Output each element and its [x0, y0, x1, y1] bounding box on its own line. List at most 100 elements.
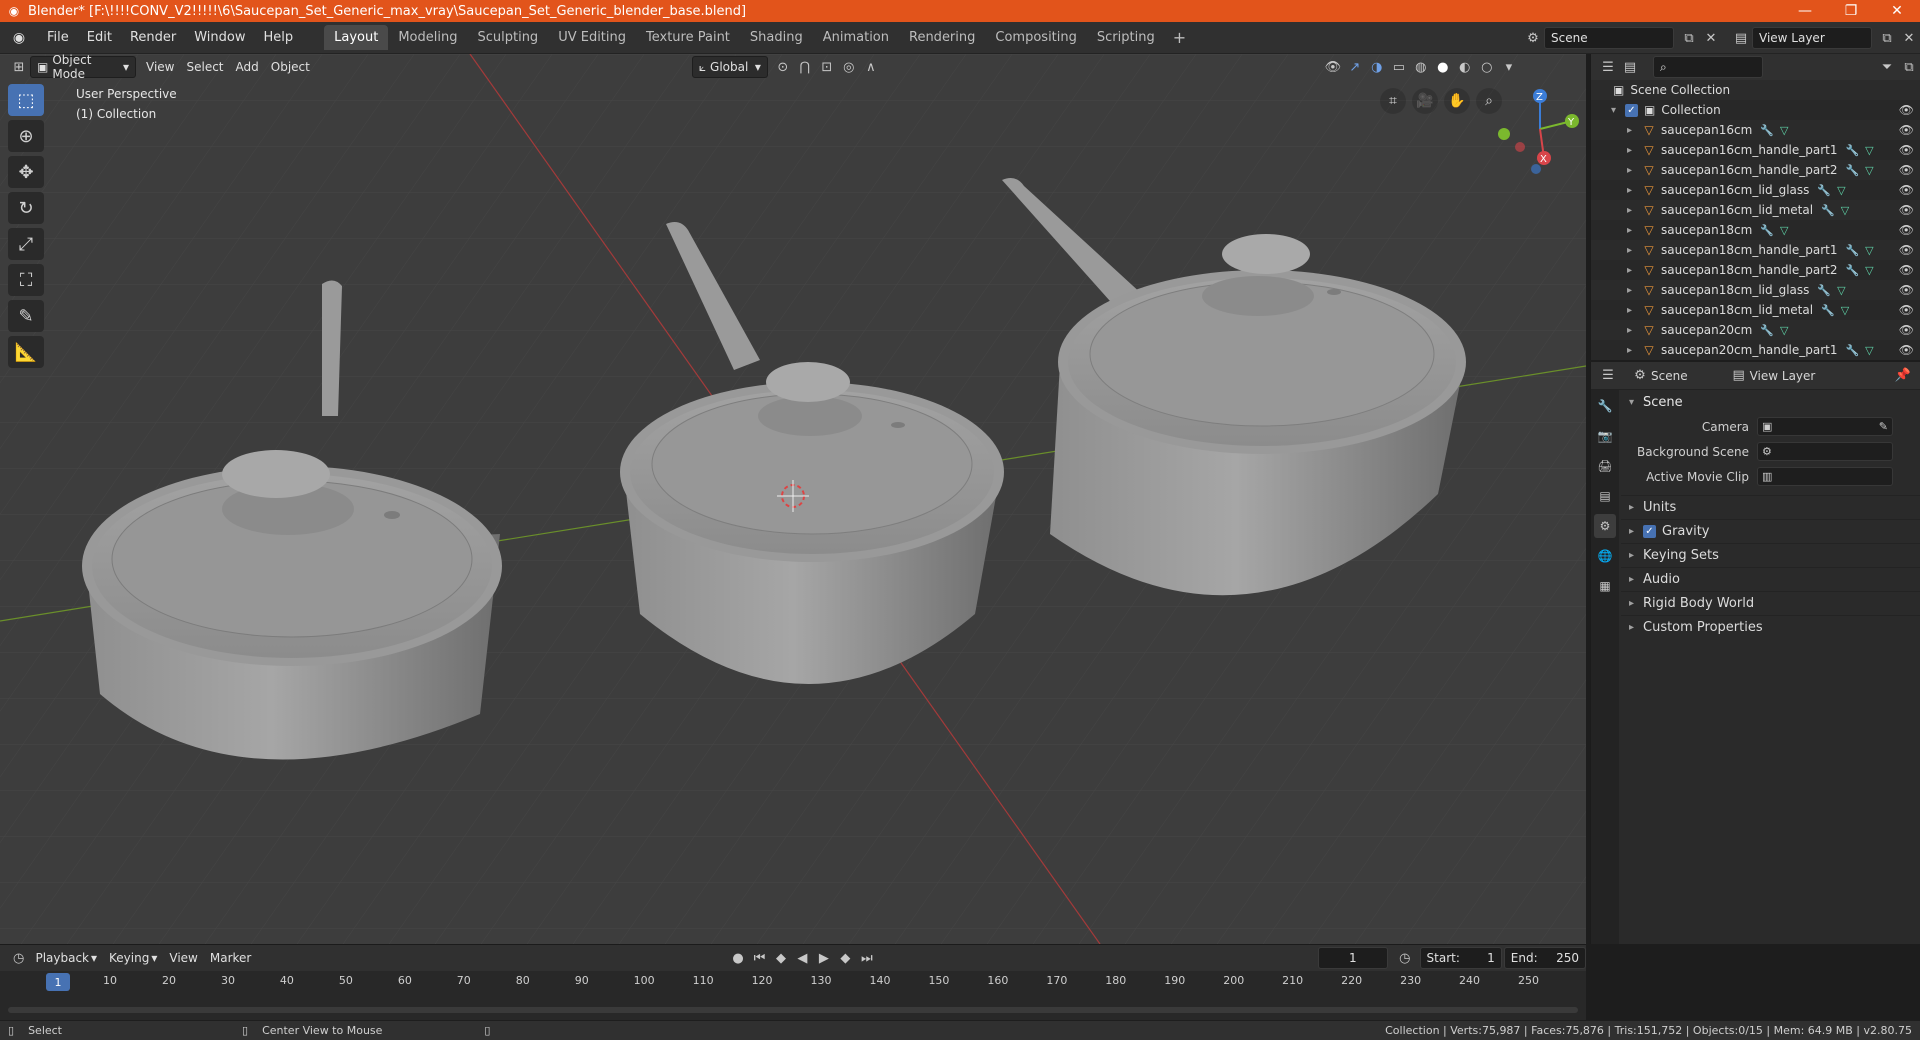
units-panel-header[interactable]: ▸ Units: [1621, 495, 1920, 519]
scale-tool-icon[interactable]: ⤢: [8, 228, 44, 260]
menu-edit[interactable]: Edit: [78, 26, 121, 49]
tab-rendering[interactable]: Rendering: [899, 25, 985, 50]
rotate-tool-icon[interactable]: ↻: [8, 192, 44, 224]
end-frame-field[interactable]: End: 250: [1503, 947, 1587, 969]
delete-scene-icon[interactable]: ✕: [1700, 27, 1722, 49]
visibility-icon[interactable]: 👁: [1322, 56, 1344, 78]
object-mode-dropdown[interactable]: ▣ Object Mode ▾: [30, 54, 136, 81]
display-mode-icon[interactable]: ▤: [1619, 56, 1641, 78]
chevron-right-icon[interactable]: ▸: [1627, 285, 1641, 296]
modifier-icon[interactable]: 🔧: [1845, 144, 1859, 157]
scene-browse-icon[interactable]: ⚙: [1522, 27, 1544, 49]
modifier-icon[interactable]: 🔧: [1760, 324, 1774, 337]
new-scene-icon[interactable]: ⧉: [1678, 27, 1700, 49]
tab-modeling[interactable]: Modeling: [388, 25, 467, 50]
viewlayer-tab-icon[interactable]: ▤: [1594, 484, 1616, 508]
mesh-data-icon[interactable]: ▽: [1837, 284, 1845, 297]
tab-compositing[interactable]: Compositing: [985, 25, 1087, 50]
render-tab-icon[interactable]: 📷: [1594, 424, 1616, 448]
mesh-data-icon[interactable]: ▽: [1865, 144, 1873, 157]
playhead[interactable]: 1: [46, 973, 70, 991]
grid-view-icon[interactable]: ⌗: [1380, 88, 1406, 114]
pan-hand-icon[interactable]: ✋: [1444, 88, 1470, 114]
chevron-right-icon[interactable]: ▸: [1627, 185, 1641, 196]
eye-icon[interactable]: 👁: [1899, 163, 1914, 177]
camera-view-icon[interactable]: 🎥: [1412, 88, 1438, 114]
gravity-checkbox[interactable]: ✓: [1643, 525, 1656, 538]
camera-field[interactable]: ▣ ✎: [1757, 417, 1893, 436]
outliner-item[interactable]: ▸ ▽ saucepan20cm_handle_part1 🔧 ▽ 👁: [1591, 340, 1920, 360]
chevron-right-icon[interactable]: ▸: [1627, 325, 1641, 336]
modifier-icon[interactable]: 🔧: [1821, 304, 1835, 317]
annotate-tool-icon[interactable]: ✎: [8, 300, 44, 332]
chevron-right-icon[interactable]: ▸: [1627, 225, 1641, 236]
outliner-item[interactable]: ▸ ▽ saucepan18cm_handle_part1 🔧 ▽ 👁: [1591, 240, 1920, 260]
record-icon[interactable]: ●: [727, 947, 748, 969]
mesh-data-icon[interactable]: ▽: [1837, 184, 1845, 197]
eye-icon[interactable]: 👁: [1899, 343, 1914, 357]
tab-shading[interactable]: Shading: [740, 25, 813, 50]
outliner-item[interactable]: ▸ ▽ saucepan16cm_handle_part1 🔧 ▽ 👁: [1591, 140, 1920, 160]
measure-tool-icon[interactable]: 📐: [8, 336, 44, 368]
eye-icon[interactable]: 👁: [1899, 103, 1914, 117]
proportional-edit-icon[interactable]: ◎: [838, 56, 860, 78]
background-scene-field[interactable]: ⚙: [1757, 442, 1893, 461]
menu-help[interactable]: Help: [255, 26, 303, 49]
minimize-button[interactable]: —: [1782, 0, 1828, 22]
eye-icon[interactable]: 👁: [1899, 123, 1914, 137]
falloff-icon[interactable]: ∧: [860, 56, 882, 78]
maximize-button[interactable]: ❐: [1828, 0, 1874, 22]
eye-icon[interactable]: 👁: [1899, 223, 1914, 237]
menu-render[interactable]: Render: [121, 26, 185, 49]
delete-viewlayer-icon[interactable]: ✕: [1898, 27, 1920, 49]
collection-row[interactable]: ▾ ✓ ▣ Collection 👁: [1591, 100, 1920, 120]
outliner-item[interactable]: ▸ ▽ saucepan16cm 🔧 ▽ 👁: [1591, 120, 1920, 140]
close-button[interactable]: ✕: [1874, 0, 1920, 22]
outliner-item[interactable]: ▸ ▽ saucepan18cm_handle_part2 🔧 ▽ 👁: [1591, 260, 1920, 280]
editor-type-icon[interactable]: ⊞: [8, 56, 30, 78]
scene-selector[interactable]: Scene: [1544, 27, 1674, 49]
eye-icon[interactable]: 👁: [1899, 283, 1914, 297]
blender-menu-icon[interactable]: ◉: [8, 27, 30, 49]
chevron-right-icon[interactable]: ▸: [1627, 145, 1641, 156]
modifier-icon[interactable]: 🔧: [1821, 204, 1835, 217]
modifier-icon[interactable]: 🔧: [1845, 164, 1859, 177]
outliner-item[interactable]: ▸ ▽ saucepan18cm_lid_glass 🔧 ▽ 👁: [1591, 280, 1920, 300]
modifier-icon[interactable]: 🔧: [1760, 224, 1774, 237]
viewport-menu-object[interactable]: Object: [265, 56, 316, 78]
pivot-point-icon[interactable]: ⊙: [772, 56, 794, 78]
modifier-icon[interactable]: 🔧: [1845, 264, 1859, 277]
mesh-data-icon[interactable]: ▽: [1780, 224, 1788, 237]
eye-icon[interactable]: 👁: [1899, 143, 1914, 157]
eye-icon[interactable]: 👁: [1899, 203, 1914, 217]
modifier-icon[interactable]: 🔧: [1845, 244, 1859, 257]
mesh-data-icon[interactable]: ▽: [1841, 204, 1849, 217]
new-viewlayer-icon[interactable]: ⧉: [1876, 27, 1898, 49]
scene-collection-row[interactable]: ▣ Scene Collection: [1591, 80, 1920, 100]
texture-tab-icon[interactable]: ▦: [1594, 574, 1616, 598]
chevron-right-icon[interactable]: ▸: [1627, 265, 1641, 276]
mesh-data-icon[interactable]: ▽: [1865, 244, 1873, 257]
prev-keyframe-icon[interactable]: ◆: [770, 947, 791, 969]
outliner-item[interactable]: ▸ ▽ saucepan18cm_lid_metal 🔧 ▽ 👁: [1591, 300, 1920, 320]
chevron-right-icon[interactable]: ▸: [1627, 125, 1641, 136]
material-shading-icon[interactable]: ◐: [1454, 56, 1476, 78]
timeline-menu-playback[interactable]: Playback ▾: [29, 947, 103, 969]
tab-texture-paint[interactable]: Texture Paint: [636, 25, 740, 50]
timeline-ruler[interactable]: 1 10 20 30 40 50 60 70 80 90 100 110 120 130 140 150 160…: [0, 971, 1586, 993]
tool-tab-icon[interactable]: 🔧: [1594, 394, 1616, 418]
collection-checkbox[interactable]: ✓: [1625, 103, 1638, 117]
tab-animation[interactable]: Animation: [813, 25, 899, 50]
menu-window[interactable]: Window: [185, 26, 254, 49]
chevron-right-icon[interactable]: ▸: [1627, 345, 1641, 356]
eye-icon[interactable]: 👁: [1899, 183, 1914, 197]
menu-file[interactable]: File: [38, 26, 78, 49]
3d-viewport[interactable]: ⊞ ▣ Object Mode ▾ View Select Add Object ⟀…: [0, 54, 1586, 944]
orientation-gizmo[interactable]: Z Y X: [1490, 84, 1586, 174]
overlay-toggle-icon[interactable]: ◑: [1366, 56, 1388, 78]
gizmo-toggle-icon[interactable]: ↗: [1344, 56, 1366, 78]
audio-panel-header[interactable]: ▸ Audio: [1621, 567, 1920, 591]
timeline-menu-keying[interactable]: Keying ▾: [103, 947, 163, 969]
mesh-data-icon[interactable]: ▽: [1780, 324, 1788, 337]
xray-toggle-icon[interactable]: ▭: [1388, 56, 1410, 78]
